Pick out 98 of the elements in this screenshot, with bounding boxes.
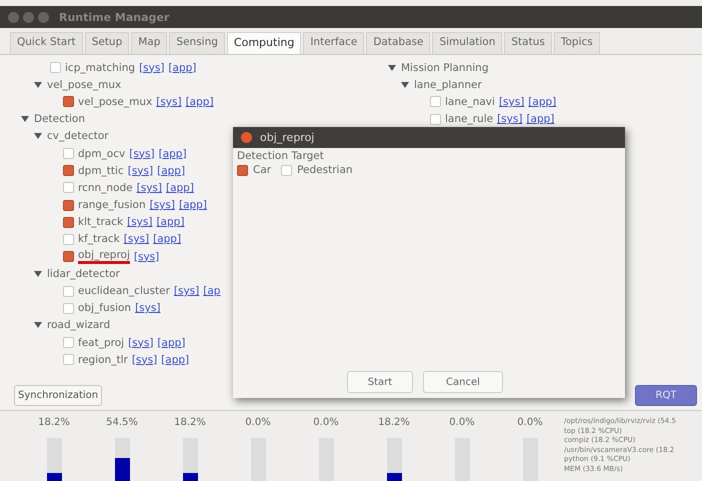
link[interactable]: [ap bbox=[203, 285, 220, 298]
checkbox[interactable] bbox=[63, 96, 74, 108]
checkbox[interactable] bbox=[63, 354, 74, 366]
link[interactable]: [app] bbox=[157, 336, 186, 349]
link[interactable]: [sys] bbox=[150, 199, 175, 212]
synchronization-button[interactable]: Synchronization bbox=[14, 385, 102, 406]
checkbox[interactable] bbox=[63, 337, 74, 348]
checkbox[interactable] bbox=[63, 148, 74, 160]
checkbox[interactable] bbox=[63, 234, 74, 245]
tab[interactable]: Sensing bbox=[169, 32, 225, 54]
cpu-reading: 0.0% bbox=[517, 417, 543, 428]
tree-item-label[interactable]: Detection bbox=[34, 113, 86, 126]
checkbox-label: Pedestrian bbox=[297, 164, 353, 176]
link[interactable]: [app] bbox=[153, 233, 182, 246]
link[interactable]: [sys] bbox=[128, 164, 154, 177]
node-label: region_tlr bbox=[78, 354, 128, 366]
checkbox[interactable] bbox=[63, 302, 74, 314]
link[interactable]: [sys] bbox=[139, 62, 164, 74]
node-label: feat_proj bbox=[78, 336, 124, 349]
link[interactable]: [sys] bbox=[498, 96, 524, 108]
cpu-reading: 18.2% bbox=[378, 417, 410, 428]
node-label: range_fusion bbox=[78, 199, 146, 212]
checkbox[interactable] bbox=[50, 62, 61, 74]
node-label: obj_fusion bbox=[78, 302, 132, 314]
tree-item-label[interactable]: road_wizard bbox=[47, 319, 110, 332]
cpu-reading: 18.2% bbox=[38, 417, 70, 428]
cpu-reading: 54.5% bbox=[106, 417, 138, 428]
tab[interactable]: Database bbox=[366, 32, 430, 54]
checkbox[interactable] bbox=[281, 164, 292, 176]
tab[interactable]: Status bbox=[504, 32, 552, 54]
link[interactable]: [sys] bbox=[156, 96, 182, 108]
link[interactable]: [sys] bbox=[134, 250, 160, 263]
checkbox[interactable] bbox=[63, 165, 74, 176]
tab[interactable]: Quick Start bbox=[10, 32, 83, 54]
link[interactable]: [sys] bbox=[129, 148, 155, 160]
cpu-reading: 0.0% bbox=[313, 417, 339, 428]
link[interactable]: [app] bbox=[178, 199, 207, 212]
tree-item-label[interactable]: cv_detector bbox=[47, 130, 109, 142]
tab[interactable]: Setup bbox=[84, 32, 130, 54]
node-label: dpm_ocv bbox=[78, 148, 126, 160]
close-icon[interactable] bbox=[241, 132, 252, 143]
rqt-button[interactable]: RQT bbox=[635, 385, 697, 406]
link[interactable]: [sys] bbox=[127, 216, 152, 228]
node-label: lane_navi bbox=[445, 96, 495, 108]
link[interactable]: [app] bbox=[186, 96, 214, 108]
link[interactable]: [app] bbox=[157, 164, 186, 177]
window-control-button[interactable] bbox=[38, 12, 49, 22]
group-label: Detection Target bbox=[237, 150, 325, 162]
link[interactable]: [app] bbox=[528, 96, 556, 108]
node-label: rcnn_node bbox=[78, 182, 133, 194]
tab[interactable]: Computing bbox=[226, 32, 302, 54]
link[interactable]: [app] bbox=[166, 182, 194, 194]
link[interactable]: [sys] bbox=[135, 302, 160, 314]
window-control-button[interactable] bbox=[8, 12, 19, 22]
checkbox[interactable] bbox=[63, 182, 74, 194]
link[interactable]: [sys] bbox=[124, 233, 150, 246]
link[interactable]: [app] bbox=[168, 62, 196, 74]
checkbox-label: Car bbox=[253, 164, 272, 176]
checkbox[interactable] bbox=[63, 216, 74, 228]
link[interactable]: [sys] bbox=[136, 182, 162, 194]
cpu-reading: 0.0% bbox=[449, 417, 475, 428]
cancel-button[interactable]: Cancel bbox=[423, 371, 503, 393]
tree-item-label[interactable]: lidar_detector bbox=[47, 268, 120, 280]
link[interactable]: [sys] bbox=[174, 285, 200, 298]
start-button[interactable]: Start bbox=[347, 371, 413, 393]
window-title: Runtime Manager bbox=[59, 10, 170, 24]
link[interactable]: [sys] bbox=[132, 354, 158, 366]
checkbox[interactable] bbox=[237, 164, 248, 176]
dialog-title: obj_reproj bbox=[260, 131, 314, 144]
node-label: euclidean_cluster bbox=[78, 285, 170, 298]
tab[interactable]: Topics bbox=[554, 32, 600, 54]
node-label: kf_track bbox=[78, 233, 120, 246]
node-label: vel_pose_mux bbox=[78, 96, 152, 108]
node-label: obj_reproj bbox=[78, 249, 130, 264]
cpu-reading: 18.2% bbox=[174, 417, 206, 428]
tab[interactable]: Simulation bbox=[432, 32, 502, 54]
window-control-button[interactable] bbox=[23, 12, 34, 22]
link[interactable]: [app] bbox=[158, 148, 187, 160]
checkbox[interactable] bbox=[63, 251, 74, 262]
checkbox[interactable] bbox=[63, 286, 74, 297]
link[interactable]: [app] bbox=[526, 113, 554, 126]
link[interactable]: [sys] bbox=[497, 113, 522, 126]
tab[interactable]: Interface bbox=[303, 32, 364, 54]
node-label: dpm_ttic bbox=[78, 164, 124, 177]
link[interactable]: [app] bbox=[156, 216, 184, 228]
tree-item-label[interactable]: Mission Planning bbox=[401, 62, 488, 74]
cpu-reading: 0.0% bbox=[245, 417, 271, 428]
node-label: lane_rule bbox=[445, 113, 494, 126]
tree-item-label[interactable]: vel_pose_mux bbox=[47, 78, 122, 91]
tab[interactable]: Map bbox=[131, 32, 168, 54]
node-label: icp_matching bbox=[65, 62, 136, 74]
node-label: klt_track bbox=[78, 216, 124, 228]
checkbox[interactable] bbox=[63, 200, 74, 211]
link[interactable]: [sys] bbox=[128, 336, 154, 349]
checkbox[interactable] bbox=[430, 114, 441, 125]
link[interactable]: [app] bbox=[161, 354, 190, 366]
tree-item-label[interactable]: lane_planner bbox=[414, 78, 482, 91]
checkbox[interactable] bbox=[430, 96, 441, 108]
